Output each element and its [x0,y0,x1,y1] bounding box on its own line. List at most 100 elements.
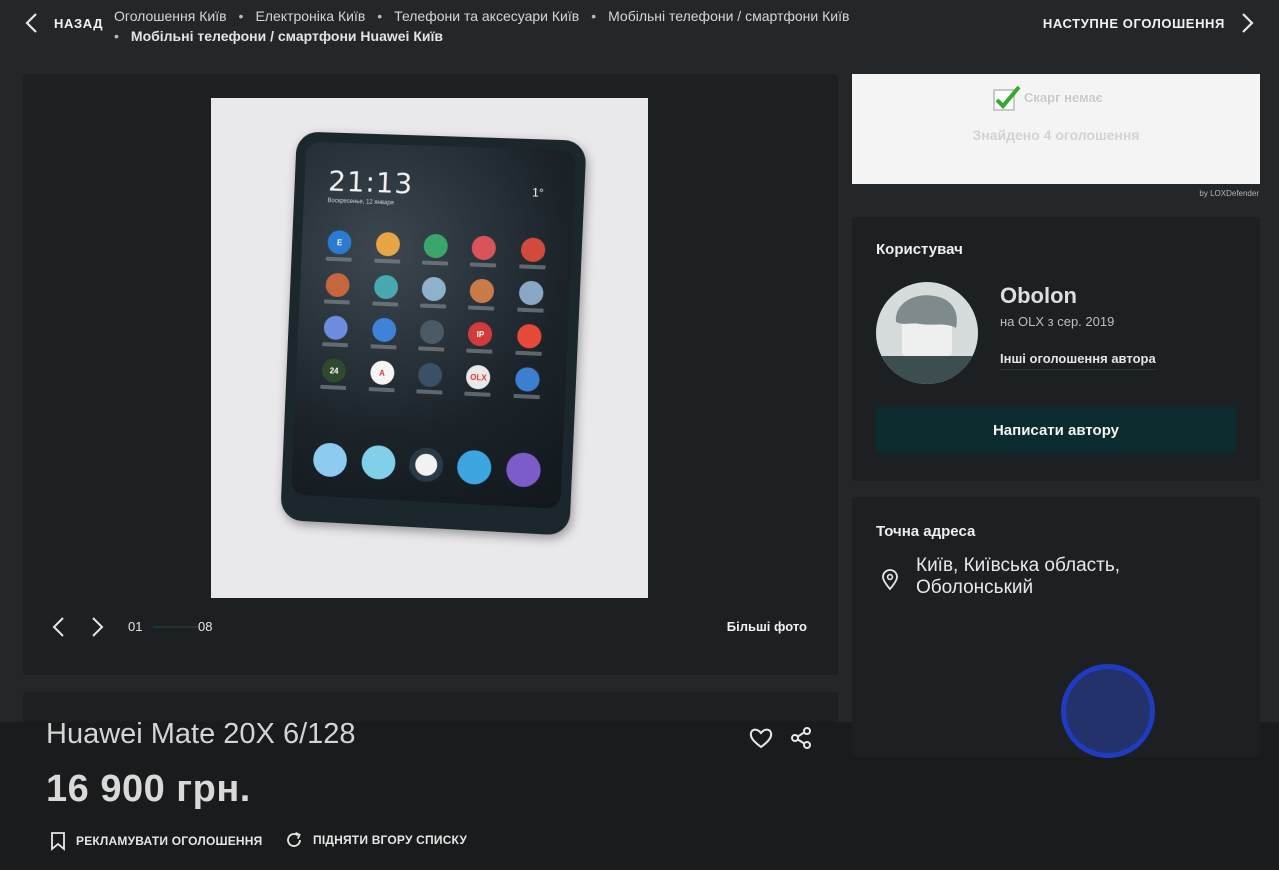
phone-app-label [371,301,398,307]
gallery-total: 08 [198,619,213,634]
phone-app-tile [361,274,410,307]
camera-app-icon [408,446,444,483]
share-icon[interactable] [789,725,813,751]
phone-app-icon [312,442,348,478]
breadcrumb-item[interactable]: Електроніка Київ [255,8,365,24]
seller-other-ads-link[interactable]: Інші оголошення автора [1000,351,1156,370]
phone-app-icon [373,274,399,300]
raise-listing-button[interactable]: ПІДНЯТИ ВГОРУ СПИСКУ [285,831,467,849]
phone-app-icon [518,280,544,306]
phone-app-tile [457,278,507,311]
widget-credit: by LOXDefender [1199,189,1259,198]
phone-app-icon [419,319,445,345]
breadcrumb: Оголошення Київ • Електроніка Київ • Телефон… [114,6,874,46]
phone-app-tile [359,317,408,350]
phone-app-tile [405,362,455,395]
seller-name[interactable]: Obolon [1000,283,1077,309]
gallery-progress-track [153,626,199,628]
default-avatar-icon [876,295,978,384]
gallery-progress-fill [153,626,159,628]
phone-app-label [368,387,395,393]
promote-listing-button[interactable]: РЕКЛАМУВАТИ ОГОЛОШЕННЯ [50,831,263,851]
breadcrumb-separator: • [377,8,383,24]
phone-app-icon [323,315,349,341]
complaints-status: Скарг немає [1024,90,1103,105]
gallery-prev-icon[interactable] [51,616,67,638]
back-button[interactable]: НАЗАД [24,12,103,34]
seller-card-heading: Користувач [876,241,963,258]
photo-temperature: 1° [531,185,545,200]
phone-app-label [418,346,445,352]
phone-app-icon: E [327,229,353,255]
listing-photo[interactable]: 21:13 Воскресенье, 12 января 1° E IP 24 А OL… [211,98,648,598]
seller-card: Користувач Obolon на OLX з сер. 2019 Інш… [852,217,1260,481]
phone-app-tile: 24 [309,358,358,391]
phone-app-icon [417,362,443,388]
messages-app-icon [360,444,396,481]
next-listing-button[interactable]: НАСТУПНЕ ОГОЛОШЕННЯ [1043,12,1255,34]
phone-app-icon: OLX [465,364,492,390]
address-text: Київ, Київська область, Оболонський [916,555,1121,598]
gallery-controls: 01 08 Більші фото [23,614,838,644]
phone-app-tile [363,231,412,264]
phone-app-icon [514,366,540,393]
telegram-app-icon [456,449,493,486]
phone-app-icon [423,233,449,259]
phone-app-tile [502,366,552,400]
phone-app-label [464,391,491,397]
phone-app-icon [469,278,495,304]
write-to-seller-button[interactable]: Написати автору [876,407,1236,453]
floating-action-button[interactable] [1061,664,1155,758]
breadcrumb-item-current[interactable]: Мобільні телефони / смартфони Huawei Киї… [131,28,443,44]
phone-app-label [373,258,400,264]
breadcrumb-item[interactable]: Оголошення Київ [114,8,227,24]
phone-app-tile [311,315,360,348]
heart-icon[interactable] [748,725,774,751]
phone-app-label [517,307,544,313]
phone-app-tile [411,233,461,266]
found-ads-count: Знайдено 4 оголошення [972,127,1140,143]
viber-app-icon [505,451,542,488]
phone-app-tile: IP [455,321,505,354]
gallery-next-icon[interactable] [89,616,105,638]
phone-app-grid: E IP 24 А OLX [309,229,557,400]
phone-app-label [421,260,449,266]
promote-listing-label: РЕКЛАМУВАТИ ОГОЛОШЕННЯ [76,834,263,848]
phone-app-icon [325,272,351,298]
avatar[interactable] [876,282,978,384]
next-listing-label: НАСТУПНЕ ОГОЛОШЕННЯ [1042,15,1225,31]
top-navigation-bar: НАЗАД Оголошення Київ • Електроніка Київ • Т… [0,0,1279,56]
breadcrumb-separator: • [591,8,597,24]
seller-member-since: на OLX з сер. 2019 [1000,314,1115,329]
larger-photos-link[interactable]: Більші фото [727,619,807,634]
phone-app-icon [421,276,447,302]
phone-app-icon [520,237,546,263]
phone-app-tile [313,272,362,305]
phone-app-label [416,389,443,395]
phone-app-icon: А [369,360,395,386]
phone-dock [306,442,549,488]
photo-clock: 21:13 [327,164,414,201]
phone-app-label [370,344,397,350]
breadcrumb-item[interactable]: Мобільні телефони / смартфони Київ [608,8,849,24]
phone-app-tile [407,319,457,352]
photo-date: Воскресенье, 12 января [327,198,394,207]
phone-app-tile: OLX [453,364,503,397]
phone-app-tile: E [315,229,364,263]
breadcrumb-item[interactable]: Телефони та аксесуари Київ [394,8,579,24]
chevron-left-icon [25,13,37,33]
phone-app-label [420,303,447,309]
phone-app-label [324,299,350,305]
breadcrumb-separator: • [238,8,244,24]
phone-app-icon: 24 [321,358,347,383]
phone-app-icon [371,317,397,343]
phone-app-label [513,393,540,400]
phone-app-label [468,305,495,311]
phone-app-label [326,256,352,262]
refresh-icon [287,831,301,847]
address-card: Точна адреса Київ, Київська область, Обо… [852,497,1260,757]
address-heading: Точна адреса [876,523,976,540]
phone-app-icon: IP [467,321,493,347]
phone-image: 21:13 Воскресенье, 12 января 1° E IP 24 А OL… [280,131,587,536]
breadcrumb-separator: • [114,28,119,44]
